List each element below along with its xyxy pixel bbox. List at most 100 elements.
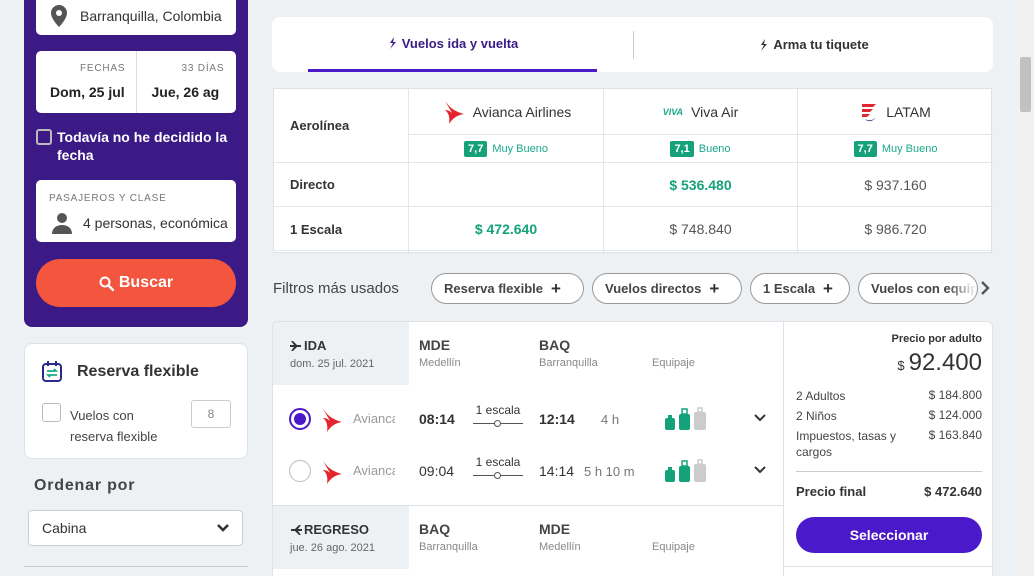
- stops-dot: [494, 472, 501, 479]
- arrival-time: 12:14: [539, 411, 575, 427]
- plane-left-icon: [291, 524, 302, 535]
- return-date[interactable]: 33 DÍAS Jue, 26 ag: [135, 51, 237, 113]
- plane-icon: [761, 38, 768, 51]
- baggage-label: Equipaje: [652, 357, 695, 369]
- return-from-code: BAQ: [419, 521, 451, 537]
- price-direct-viva[interactable]: $ 536.480: [604, 163, 797, 207]
- baggage-icon: [665, 459, 706, 482]
- final-price: Precio final $ 472.640: [796, 484, 982, 499]
- rating-score: 7,7: [464, 141, 488, 157]
- airline-header-avianca[interactable]: Avianca Airlines: [409, 89, 603, 135]
- price-per-adult-value: 92.400: [908, 349, 982, 376]
- sort-select[interactable]: Cabina: [28, 510, 243, 546]
- avianca-logo-icon: [323, 408, 342, 432]
- dates-field[interactable]: FECHAS Dom, 25 jul 33 DÍAS Jue, 26 ag: [36, 51, 236, 113]
- price-line-value: $ 124.000: [928, 408, 982, 422]
- nights-label: 33 DÍAS: [181, 63, 225, 74]
- radio-unselected[interactable]: [289, 460, 311, 482]
- return-label-box: REGRESO jue. 26 ago. 2021: [273, 506, 409, 569]
- rating-label: Muy Bueno: [492, 143, 548, 155]
- return-from-city: Barranquilla: [419, 541, 478, 553]
- outbound-from-city: Medellín: [419, 357, 461, 369]
- option-airline: Avianca: [353, 463, 395, 478]
- filter-chip-one-stop[interactable]: 1 Escala +: [750, 273, 850, 304]
- price-line-label: 2 Adultos: [796, 389, 846, 403]
- rating-label: Bueno: [698, 143, 731, 155]
- location-pin-icon: [51, 4, 67, 27]
- chip-label: Reserva flexible: [444, 281, 544, 296]
- outbound-label-text: IDA: [304, 338, 327, 353]
- price-one-stop-latam[interactable]: $ 986.720: [798, 207, 993, 251]
- passengers-label: PASAJEROS Y CLASE: [49, 193, 167, 204]
- origin-value: Barranquilla, Colombia: [80, 7, 222, 24]
- person-icon: [52, 213, 72, 234]
- filter-chip-baggage[interactable]: Vuelos con equipaje: [858, 273, 978, 304]
- passengers-field[interactable]: PASAJEROS Y CLASE 4 personas, económica: [36, 180, 236, 242]
- arrival-time: 14:14: [539, 463, 575, 479]
- latam-logo-icon: [862, 104, 877, 122]
- price-one-stop-viva[interactable]: $ 748.840: [604, 207, 797, 251]
- undecided-label: Todavía no he decidido la fecha: [57, 129, 228, 163]
- chevron-down-icon[interactable]: [753, 465, 767, 475]
- trip-type-tabs: Vuelos ida y vuelta Arma tu tiquete: [272, 17, 993, 72]
- baggage-label: Equipaje: [652, 541, 695, 553]
- chip-label: 1 Escala: [763, 281, 816, 296]
- tab-round-trip[interactable]: Vuelos ida y vuelta: [308, 17, 597, 72]
- price-one-stop-avianca[interactable]: $ 472.640: [409, 207, 603, 251]
- filter-chip-flexible[interactable]: Reserva flexible +: [431, 273, 584, 304]
- search-panel: Barranquilla, Colombia FECHAS Dom, 25 ju…: [24, 0, 248, 327]
- chevron-down-icon[interactable]: [753, 413, 767, 423]
- final-price-value: $ 472.640: [924, 484, 982, 499]
- airline-header-latam[interactable]: LATAM: [798, 89, 993, 135]
- avianca-logo-icon: [444, 100, 464, 124]
- select-button[interactable]: Seleccionar: [796, 517, 982, 553]
- divider: [784, 566, 992, 567]
- search-button[interactable]: Buscar: [36, 259, 236, 307]
- flexible-option-label: Vuelos con reserva flexible: [70, 408, 158, 444]
- price-line-label: Impuestos, tasas y cargos: [796, 429, 897, 459]
- airline-header-viva[interactable]: VIVA Viva Air: [604, 89, 797, 135]
- depart-date[interactable]: FECHAS Dom, 25 jul: [36, 51, 136, 113]
- currency: $: [897, 358, 905, 373]
- price-per-adult-label: Precio por adulto: [891, 333, 982, 345]
- option-airline: Avianca: [353, 411, 395, 426]
- radio-selected[interactable]: [289, 408, 311, 430]
- price-direct-latam[interactable]: $ 937.160: [798, 163, 993, 207]
- sort-title: Ordenar por: [34, 477, 136, 494]
- undecided-date-checkbox[interactable]: Todavía no he decidido la fecha: [36, 128, 236, 164]
- flight-option[interactable]: Avianca 09:04 1 escala 14:14 5 h 10 m: [273, 452, 783, 492]
- flexible-count: 8: [191, 400, 231, 428]
- stops-indicator: 1 escala: [473, 455, 523, 479]
- return-to-code: MDE: [539, 521, 571, 537]
- search-button-label: Buscar: [118, 274, 174, 291]
- airline-rating: 7,7 Muy Bueno: [798, 135, 993, 163]
- row-label-direct: Directo: [290, 177, 335, 192]
- departure-time: 09:04: [419, 463, 455, 479]
- outbound-label: IDA: [290, 338, 326, 353]
- plane-right-icon: [290, 340, 301, 351]
- stops-label: 1 escala: [475, 455, 521, 469]
- filter-chip-direct[interactable]: Vuelos directos +: [592, 273, 742, 304]
- chevron-right-icon[interactable]: [980, 280, 990, 296]
- rating-label: Muy Bueno: [881, 143, 938, 155]
- price-line-label: 2 Niños: [796, 409, 837, 423]
- return-label-text: REGRESO: [304, 522, 370, 537]
- duration: 4 h: [601, 412, 620, 427]
- avianca-logo-icon: [323, 460, 342, 484]
- price-line-value: $ 163.840: [928, 428, 982, 442]
- return-date: jue. 26 ago. 2021: [290, 542, 376, 554]
- flexible-checkbox[interactable]: [42, 403, 61, 422]
- return-date-value: Jue, 26 ag: [151, 84, 220, 100]
- price-line: 2 Niños $ 124.000: [796, 408, 982, 424]
- plus-icon: +: [823, 278, 833, 298]
- origin-field[interactable]: Barranquilla, Colombia: [36, 0, 236, 35]
- flight-option[interactable]: Avianca 08:14 1 escala 12:14 4 h: [273, 400, 783, 440]
- price-line: Impuestos, tasas y cargos $ 163.840: [796, 428, 982, 460]
- scrollbar-thumb[interactable]: [1020, 57, 1031, 112]
- price-line: 2 Adultos $ 184.800: [796, 388, 982, 404]
- checkbox-box[interactable]: [36, 129, 52, 145]
- chip-label: Vuelos directos: [605, 281, 702, 296]
- row-label-airline: Aerolínea: [290, 118, 350, 133]
- tab-build-ticket[interactable]: Arma tu tiquete: [634, 17, 993, 72]
- final-price-label: Precio final: [796, 484, 867, 499]
